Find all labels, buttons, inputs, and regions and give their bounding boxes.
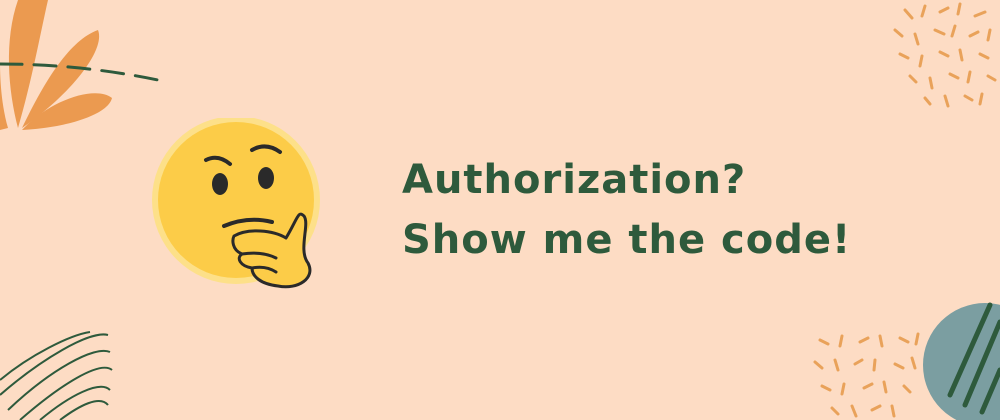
blog-banner: Authorization? Show me the code!	[0, 0, 1000, 420]
headline: Authorization? Show me the code!	[402, 150, 851, 270]
confetti-decoration	[893, 2, 997, 108]
scribble-decoration	[0, 331, 113, 420]
headline-line-1: Authorization?	[402, 157, 747, 203]
confetti-decoration	[813, 332, 920, 418]
headline-line-2: Show me the code!	[402, 217, 852, 263]
circle-decoration	[923, 302, 1000, 420]
thinking-face-icon	[152, 118, 320, 289]
